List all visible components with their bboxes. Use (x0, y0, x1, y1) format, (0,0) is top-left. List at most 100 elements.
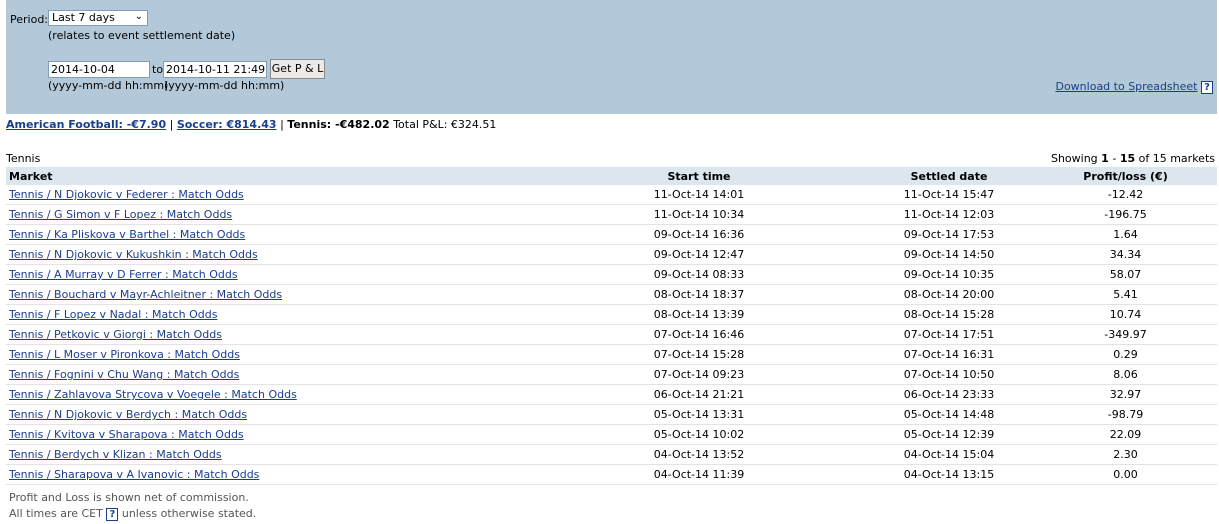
settled-date-cell: 08-Oct-14 20:00 (864, 284, 1034, 305)
market-link[interactable]: Tennis / L Moser v Pironkova : Match Odd… (9, 348, 240, 361)
table-row: Tennis / Fognini v Chu Wang : Match Odds… (6, 364, 1217, 385)
profit-loss-cell: 5.41 (1034, 284, 1217, 305)
start-time-cell: 11-Oct-14 10:34 (534, 204, 864, 225)
table-row: Tennis / N Djokovic v Berdych : Match Od… (6, 404, 1217, 425)
start-time-cell: 09-Oct-14 16:36 (534, 224, 864, 245)
market-cell: Tennis / N Djokovic v Berdych : Match Od… (6, 404, 534, 425)
summary-separator: | (169, 118, 174, 131)
get-pl-button[interactable]: Get P & L (270, 59, 325, 79)
showing-suffix: of 15 markets (1138, 152, 1215, 165)
settled-date-cell: 07-Oct-14 16:31 (864, 344, 1034, 365)
market-link[interactable]: Tennis / Kvitova v Sharapova : Match Odd… (9, 428, 244, 441)
help-icon[interactable]: ? (1201, 80, 1213, 94)
start-time-cell: 07-Oct-14 15:28 (534, 344, 864, 365)
profit-loss-cell: 0.00 (1034, 464, 1217, 485)
section-title: Tennis (6, 152, 41, 165)
market-link[interactable]: Tennis / A Murray v D Ferrer : Match Odd… (9, 268, 238, 281)
filter-panel: Period: Last 7 days ⌄ (relates to event … (6, 0, 1217, 114)
table-row: Tennis / N Djokovic v Federer : Match Od… (6, 185, 1217, 205)
start-time-cell: 04-Oct-14 13:52 (534, 444, 864, 465)
tennis-summary: Tennis: -€482.02 (287, 118, 390, 131)
profit-loss-cell: -98.79 (1034, 404, 1217, 425)
profit-loss-cell: 8.06 (1034, 364, 1217, 385)
market-cell: Tennis / Bouchard v Mayr-Achleitner : Ma… (6, 284, 534, 305)
start-time-cell: 11-Oct-14 14:01 (534, 185, 864, 205)
cet-suffix: unless otherwise stated. (121, 507, 257, 520)
market-link[interactable]: Tennis / N Djokovic v Federer : Match Od… (9, 188, 244, 201)
soccer-link[interactable]: Soccer: €814.43 (177, 118, 277, 131)
start-time-cell: 09-Oct-14 08:33 (534, 264, 864, 285)
table-row: Tennis / Bouchard v Mayr-Achleitner : Ma… (6, 284, 1217, 305)
timezone-note: All times are CET ? unless otherwise sta… (9, 507, 256, 521)
market-cell: Tennis / Zahlavova Strycova v Voegele : … (6, 384, 534, 405)
download-spreadsheet-link[interactable]: Download to Spreadsheet (1055, 80, 1197, 93)
market-link[interactable]: Tennis / Zahlavova Strycova v Voegele : … (9, 388, 297, 401)
help-icon[interactable]: ? (106, 507, 119, 521)
column-header-start-time[interactable]: Start time (534, 167, 864, 185)
to-date-input[interactable]: 2014-10-11 21:49 (163, 61, 267, 78)
cet-prefix: All times are CET (9, 507, 103, 520)
settled-date-cell: 05-Oct-14 14:48 (864, 404, 1034, 425)
range-dash: - (1112, 152, 1117, 165)
market-cell: Tennis / Berdych v Klizan : Match Odds (6, 444, 534, 465)
column-header-market[interactable]: Market (6, 167, 534, 185)
from-date-format: (yyyy-mm-dd hh:mm) (48, 79, 169, 92)
table-row: Tennis / A Murray v D Ferrer : Match Odd… (6, 264, 1217, 285)
to-date-format: (yyyy-mm-dd hh:mm) (164, 79, 285, 92)
market-cell: Tennis / L Moser v Pironkova : Match Odd… (6, 344, 534, 365)
market-cell: Tennis / Sharapova v A Ivanovic : Match … (6, 464, 534, 485)
market-link[interactable]: Tennis / Ka Pliskova v Barthel : Match O… (9, 228, 245, 241)
showing-prefix: Showing (1050, 152, 1098, 165)
market-link[interactable]: Tennis / F Lopez v Nadal : Match Odds (9, 308, 217, 321)
settled-date-cell: 11-Oct-14 15:47 (864, 185, 1034, 205)
from-date-input[interactable]: 2014-10-04 00:00 (48, 61, 150, 78)
start-time-cell: 05-Oct-14 10:02 (534, 424, 864, 445)
table-row: Tennis / Zahlavova Strycova v Voegele : … (6, 384, 1217, 405)
profit-loss-cell: 0.29 (1034, 344, 1217, 365)
market-link[interactable]: Tennis / Petkovic v Giorgi : Match Odds (9, 328, 222, 341)
settled-date-cell: 09-Oct-14 10:35 (864, 264, 1034, 285)
settled-date-cell: 05-Oct-14 12:39 (864, 424, 1034, 445)
market-link[interactable]: Tennis / Bouchard v Mayr-Achleitner : Ma… (9, 288, 282, 301)
market-link[interactable]: Tennis / N Djokovic v Kukushkin : Match … (9, 248, 258, 261)
sport-summary: American Football: -€7.90 | Soccer: €814… (6, 118, 496, 131)
to-label: to (152, 63, 164, 76)
market-cell: Tennis / N Djokovic v Federer : Match Od… (6, 185, 534, 205)
settled-date-cell: 04-Oct-14 13:15 (864, 464, 1034, 485)
start-time-cell: 09-Oct-14 12:47 (534, 244, 864, 265)
markets-table: Market Start time Settled date Profit/lo… (6, 167, 1217, 485)
table-row: Tennis / Ka Pliskova v Barthel : Match O… (6, 224, 1217, 245)
period-select-value: Last 7 days (52, 11, 115, 24)
market-cell: Tennis / Kvitova v Sharapova : Match Odd… (6, 424, 534, 445)
pagination-info: Showing 1 - 15 of 15 markets (1051, 152, 1215, 165)
market-link[interactable]: Tennis / G Simon v F Lopez : Match Odds (9, 208, 232, 221)
market-cell: Tennis / Fognini v Chu Wang : Match Odds (6, 364, 534, 385)
profit-loss-cell: 10.74 (1034, 304, 1217, 325)
column-header-profit-loss[interactable]: Profit/loss (€) (1034, 167, 1217, 185)
settled-date-cell: 04-Oct-14 15:04 (864, 444, 1034, 465)
market-cell: Tennis / F Lopez v Nadal : Match Odds (6, 304, 534, 325)
table-header-row: Market Start time Settled date Profit/lo… (6, 167, 1217, 185)
column-header-settled-date[interactable]: Settled date (864, 167, 1034, 185)
commission-note: Profit and Loss is shown net of commissi… (9, 491, 249, 504)
market-link[interactable]: Tennis / Fognini v Chu Wang : Match Odds (9, 368, 239, 381)
settled-date-cell: 07-Oct-14 10:50 (864, 364, 1034, 385)
market-cell: Tennis / A Murray v D Ferrer : Match Odd… (6, 264, 534, 285)
profit-loss-cell: 1.64 (1034, 224, 1217, 245)
period-select[interactable]: Last 7 days ⌄ (48, 10, 148, 26)
chevron-down-icon: ⌄ (134, 11, 143, 22)
market-link[interactable]: Tennis / Berdych v Klizan : Match Odds (9, 448, 222, 461)
market-link[interactable]: Tennis / N Djokovic v Berdych : Match Od… (9, 408, 247, 421)
american-football-link[interactable]: American Football: -€7.90 (6, 118, 166, 131)
range-start: 1 (1101, 152, 1109, 165)
start-time-cell: 08-Oct-14 18:37 (534, 284, 864, 305)
profit-loss-cell: 34.34 (1034, 244, 1217, 265)
settled-date-cell: 08-Oct-14 15:28 (864, 304, 1034, 325)
settled-date-cell: 11-Oct-14 12:03 (864, 204, 1034, 225)
summary-separator: | (280, 118, 284, 131)
table-row: Tennis / N Djokovic v Kukushkin : Match … (6, 244, 1217, 265)
profit-loss-cell: 32.97 (1034, 384, 1217, 405)
market-cell: Tennis / Ka Pliskova v Barthel : Match O… (6, 224, 534, 245)
table-row: Tennis / Berdych v Klizan : Match Odds 04… (6, 444, 1217, 465)
market-link[interactable]: Tennis / Sharapova v A Ivanovic : Match … (9, 468, 259, 481)
